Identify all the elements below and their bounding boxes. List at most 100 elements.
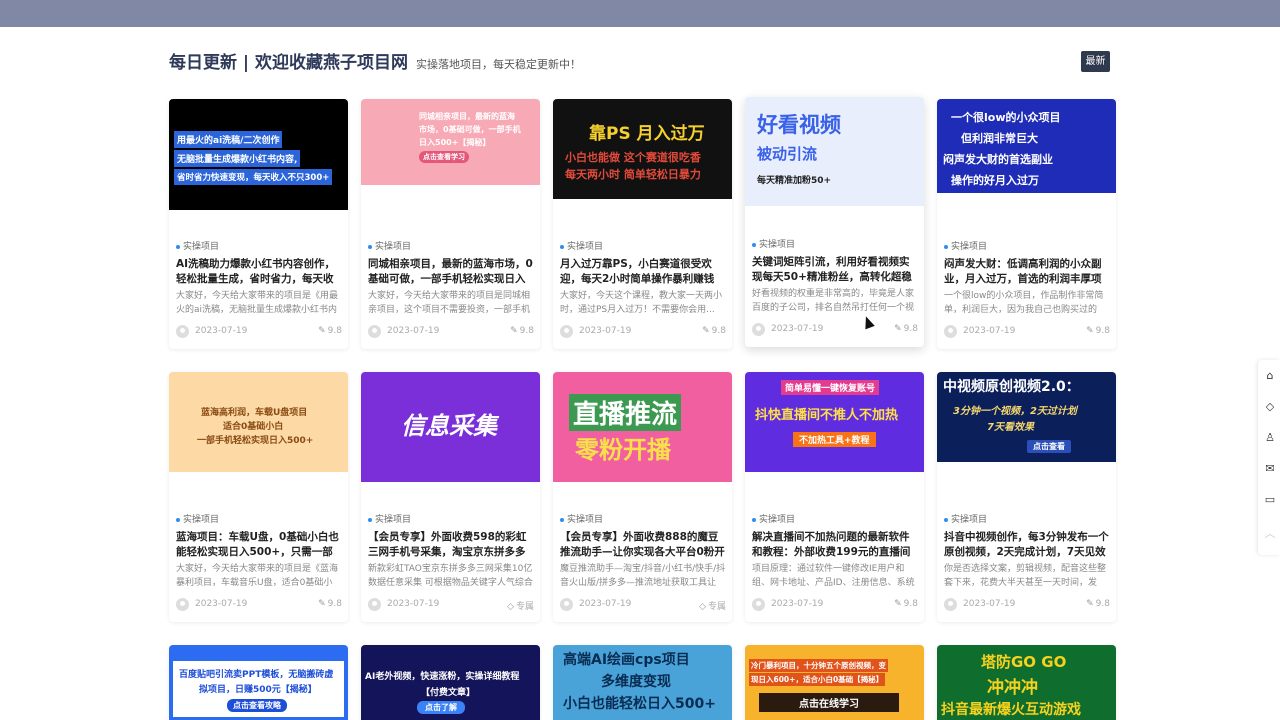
post-meta: 2023-07-19 ◇ 专属 xyxy=(368,598,534,612)
avatar[interactable] xyxy=(560,325,573,338)
ticket-icon[interactable]: ✉ xyxy=(1264,463,1276,475)
post-title[interactable]: AI洗稿助力爆款小红书内容创作，轻松批量生成，省时省力，每天收入... xyxy=(176,257,342,287)
category-label[interactable]: 实操项目 xyxy=(176,512,219,525)
post-card[interactable]: 信息采集 实操项目 【会员专享】外面收费598的彩虹三网手机号采集，淘宝京东拼多… xyxy=(361,372,540,622)
post-thumbnail[interactable]: 靠PS 月入过万 小白也能做 这个赛道很吃香 每天两小时 简单轻松日暴力 xyxy=(553,99,732,199)
post-thumbnail[interactable]: 塔防GO GO 冲冲冲 抖音最新爆火互动游戏 xyxy=(937,645,1116,720)
post-thumbnail[interactable]: 中视频原创视频2.0： 3分钟一个视频，2天过计划 7天看效果 点击查看 xyxy=(937,372,1116,462)
category-label[interactable]: 实操项目 xyxy=(368,512,411,525)
eye-icon: ✎ xyxy=(894,599,902,609)
post-date: 2023-07-19 xyxy=(579,326,632,336)
category-label[interactable]: 实操项目 xyxy=(944,239,987,252)
post-card[interactable]: 一个很low的小众项目 但利润非常巨大 闷声发大财的首选副业 操作的好月入过万 … xyxy=(937,99,1116,349)
post-card[interactable]: 高端AI绘画cps项目 多维度变现 小白也能轻松日入500+ xyxy=(553,645,732,720)
post-excerpt: 大家好，今天这个课程，教大家一天两小时，通过PS月入过万！不需要你会用... xyxy=(560,291,723,315)
avatar[interactable] xyxy=(176,325,189,338)
post-meta: 2023-07-19 ✎ 9.8 xyxy=(944,598,1110,612)
post-card[interactable]: AI老外视频，快速涨粉，实操详细教程 【付费文章】 点击了解 xyxy=(361,645,540,720)
score: ✎ 9.8 xyxy=(510,326,534,336)
post-title[interactable]: 蓝海项目：车载U盘，0基础小白也能轻松实现日入500+，只需一部手机 xyxy=(176,530,342,560)
score: ✎ 9.8 xyxy=(318,326,342,336)
post-thumbnail[interactable]: 直播推流 零粉开播 xyxy=(553,372,732,482)
category-label[interactable]: 实操项目 xyxy=(752,512,795,525)
post-card[interactable]: 蓝海高利润，车载U盘项目 适合0基础小白 一部手机轻松实现日入500+ 实操项目… xyxy=(169,372,348,622)
avatar[interactable] xyxy=(752,598,765,611)
post-title[interactable]: 关键词矩阵引流，利用好看视频实现每天50+精准粉丝，高转化超稳收入 xyxy=(752,255,918,285)
post-thumbnail[interactable]: 同城相亲项目，最新的蓝海 市场，0基础可做，一部手机 日入500+【揭秘】 点击… xyxy=(361,99,540,185)
post-excerpt: 好看视频的权重是非常高的，毕竟是人家百度的子公司，排名自然吊打任何一个视频... xyxy=(752,289,915,313)
post-date: 2023-07-19 xyxy=(195,599,248,609)
eye-icon: ✎ xyxy=(318,599,326,609)
chevron-up-icon[interactable]: ︿ xyxy=(1264,528,1276,540)
avatar[interactable] xyxy=(944,598,957,611)
post-title[interactable]: 抖音中视频创作，每3分钟发布一个原创视频，2天完成计划，7天见效果 xyxy=(944,530,1110,560)
post-title[interactable]: 【会员专享】外面收费598的彩虹三网手机号采集，淘宝京东拼多多精... xyxy=(368,530,534,560)
post-card[interactable]: 直播推流 零粉开播 实操项目 【会员专享】外面收费888的魔豆推流助手—让你实现… xyxy=(553,372,732,622)
post-thumbnail[interactable]: 简单易懂一键恢复账号 抖快直播间不推人不加热 不加热工具+教程 xyxy=(745,372,924,472)
post-card[interactable]: 靠PS 月入过万 小白也能做 这个赛道很吃香 每天两小时 简单轻松日暴力 实操项… xyxy=(553,99,732,349)
post-title[interactable]: 月入过万靠PS，小白赛道很受欢迎，每天2小时简单操作暴利赚钱（教学... xyxy=(560,257,726,287)
diamond-icon: ◇ xyxy=(507,602,514,612)
post-excerpt: 魔豆推流助手—淘宝/抖音/小红书/快手/抖音火山版/拼多多—推流地址获取工具让你… xyxy=(560,564,726,588)
avatar[interactable] xyxy=(368,598,381,611)
post-thumbnail[interactable]: 一个很low的小众项目 但利润非常巨大 闷声发大财的首选副业 操作的好月入过万 xyxy=(937,99,1116,193)
home-icon[interactable]: ⌂ xyxy=(1264,370,1276,382)
user-icon[interactable]: ♙ xyxy=(1264,432,1276,444)
avatar[interactable] xyxy=(560,598,573,611)
post-thumbnail[interactable]: 百度贴吧引流卖PPT模板，无脑搬砖虚 拟项目，日赚500元【揭秘】 点击查看攻略 xyxy=(169,645,348,720)
post-card[interactable]: 中视频原创视频2.0： 3分钟一个视频，2天过计划 7天看效果 点击查看 实操项… xyxy=(937,372,1116,622)
post-card[interactable]: 好看视频 被动引流 每天精准加粉50+ 实操项目 关键词矩阵引流，利用好看视频实… xyxy=(745,97,924,347)
eye-icon: ✎ xyxy=(1086,326,1094,336)
avatar[interactable] xyxy=(176,598,189,611)
category-label[interactable]: 实操项目 xyxy=(176,239,219,252)
category-label[interactable]: 实操项目 xyxy=(368,239,411,252)
folder-icon[interactable]: ▭ xyxy=(1264,494,1276,506)
post-card[interactable]: 冷门暴利项目，十分钟五个原创视频，变 现日入600+，适合小白0基础【揭秘】 点… xyxy=(745,645,924,720)
post-date: 2023-07-19 xyxy=(195,326,248,336)
post-excerpt: 一个很low的小众项目，作品制作非常简单，利润巨大，因为我自己也购买过的商... xyxy=(944,291,1104,315)
post-thumbnail[interactable]: 用最火的ai洗稿/二次创作 无脑批量生成爆款小红书内容, 省时省力快速变现，每天… xyxy=(169,99,348,210)
section-header: 每日更新 | 欢迎收藏燕子项目网 实操落地项目，每天稳定更新中！ xyxy=(169,48,581,74)
post-card[interactable]: 百度贴吧引流卖PPT模板，无脑搬砖虚 拟项目，日赚500元【揭秘】 点击查看攻略 xyxy=(169,645,348,720)
post-thumbnail[interactable]: AI老外视频，快速涨粉，实操详细教程 【付费文章】 点击了解 xyxy=(361,645,540,720)
post-thumbnail[interactable]: 冷门暴利项目，十分钟五个原创视频，变 现日入600+，适合小白0基础【揭秘】 点… xyxy=(745,645,924,720)
post-date: 2023-07-19 xyxy=(387,599,440,609)
post-date: 2023-07-19 xyxy=(771,599,824,609)
latest-tab-button[interactable]: 最新 xyxy=(1081,51,1110,72)
score: ◇ 专属 xyxy=(699,602,726,612)
post-thumbnail[interactable]: 信息采集 xyxy=(361,372,540,482)
score: ✎ 9.8 xyxy=(1086,599,1110,609)
eye-icon: ✎ xyxy=(702,326,710,336)
post-excerpt: 大家好，今天给大家带来的项目是同城相亲项目，这个项目不需要投资，一部手机0... xyxy=(368,291,531,315)
post-meta: 2023-07-19 ✎ 9.8 xyxy=(560,325,726,339)
category-label[interactable]: 实操项目 xyxy=(560,239,603,252)
avatar[interactable] xyxy=(752,323,765,336)
post-thumbnail[interactable]: 蓝海高利润，车载U盘项目 适合0基础小白 一部手机轻松实现日入500+ xyxy=(169,372,348,472)
post-card[interactable]: 同城相亲项目，最新的蓝海 市场，0基础可做，一部手机 日入500+【揭秘】 点击… xyxy=(361,99,540,349)
post-title[interactable]: 解决直播间不加热问题的最新软件和教程：外部收费199元的直播间不... xyxy=(752,530,918,560)
post-thumbnail[interactable]: 好看视频 被动引流 每天精准加粉50+ xyxy=(745,97,924,206)
post-title[interactable]: 【会员专享】外面收费888的魔豆推流助手—让你实现各大平台0粉开播... xyxy=(560,530,726,560)
post-card[interactable]: 用最火的ai洗稿/二次创作 无脑批量生成爆款小红书内容, 省时省力快速变现，每天… xyxy=(169,99,348,349)
score: ✎ 9.8 xyxy=(702,326,726,336)
category-label[interactable]: 实操项目 xyxy=(944,512,987,525)
post-title[interactable]: 同城相亲项目，最新的蓝海市场，0基础可做，一部手机轻松实现日入500+ xyxy=(368,257,534,287)
score: ✎ 9.8 xyxy=(894,324,918,334)
post-thumbnail[interactable]: 高端AI绘画cps项目 多维度变现 小白也能轻松日入500+ xyxy=(553,645,732,720)
post-excerpt: 大家好，今天给大家带来的项目是《用最火的ai洗稿，无脑批量生成爆款小红书内容 xyxy=(176,291,339,315)
post-title[interactable]: 闷声发大财：低调高利润的小众副业，月入过万，首选的利润丰厚项目 xyxy=(944,257,1110,287)
avatar[interactable] xyxy=(944,325,957,338)
section-subtitle: 实操落地项目，每天稳定更新中！ xyxy=(416,58,582,71)
post-date: 2023-07-19 xyxy=(579,599,632,609)
diamond-icon[interactable]: ◇ xyxy=(1264,401,1276,413)
avatar[interactable] xyxy=(368,325,381,338)
post-card[interactable]: 简单易懂一键恢复账号 抖快直播间不推人不加热 不加热工具+教程 实操项目 解决直… xyxy=(745,372,924,622)
post-excerpt: 你是否选择文案，剪辑视频，配音这些整套下来，花费大半天甚至一天时间，发上... xyxy=(944,564,1107,588)
score: ✎ 9.8 xyxy=(894,599,918,609)
category-label[interactable]: 实操项目 xyxy=(560,512,603,525)
post-card[interactable]: 塔防GO GO 冲冲冲 抖音最新爆火互动游戏 xyxy=(937,645,1116,720)
post-meta: 2023-07-19 ✎ 9.8 xyxy=(944,325,1110,339)
post-meta: 2023-07-19 ✎ 9.8 xyxy=(752,598,918,612)
category-label[interactable]: 实操项目 xyxy=(752,237,795,250)
score: ✎ 9.8 xyxy=(1086,326,1110,336)
